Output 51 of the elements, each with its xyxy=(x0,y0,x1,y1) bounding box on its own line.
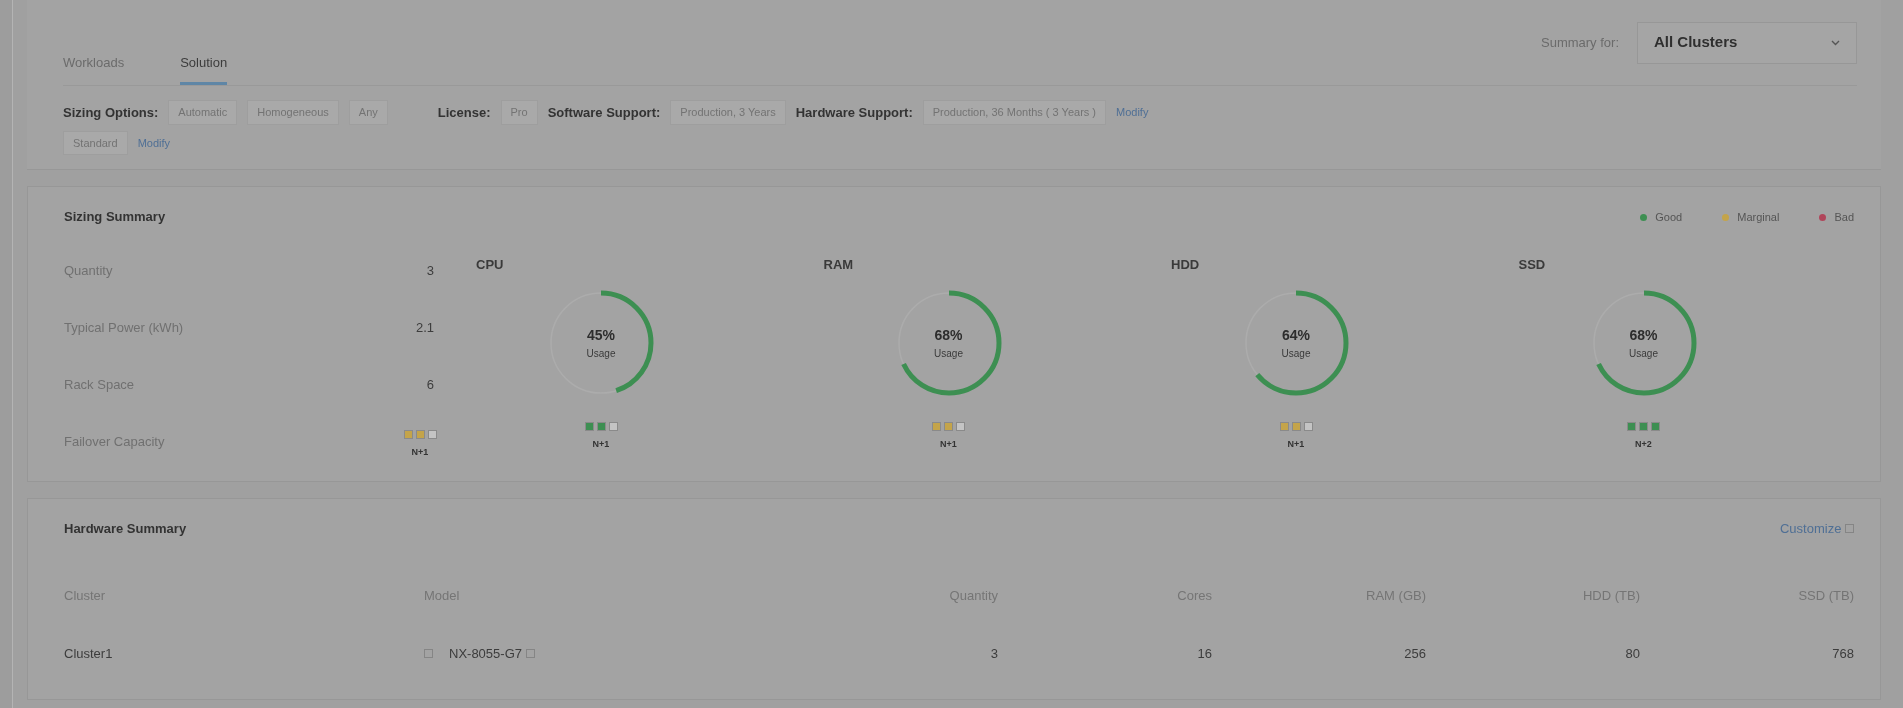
table-cell: 16 xyxy=(1197,645,1212,661)
customize-link[interactable]: Customize xyxy=(1779,518,1854,538)
square-icon xyxy=(424,648,433,658)
empty-square xyxy=(1303,421,1313,431)
tab[interactable]: Workloads xyxy=(63,52,125,85)
table-cell: 80 xyxy=(1625,645,1640,661)
table-cell: NX-8055-G7 xyxy=(449,645,522,661)
failover-level: N+1 xyxy=(411,446,429,459)
section-title: Sizing Summary xyxy=(64,208,166,226)
failover-level: N+1 xyxy=(1287,438,1305,451)
usage-caption: Usage xyxy=(1281,346,1311,361)
usage-percent: 68% xyxy=(934,325,963,345)
option-label: Hardware Support: xyxy=(795,103,913,122)
usage-percent: 64% xyxy=(1282,325,1310,345)
resource-title: SSD xyxy=(1518,255,1547,274)
legend-label: Marginal xyxy=(1737,210,1780,223)
usage-caption: Usage xyxy=(934,346,963,361)
failover-level: N+1 xyxy=(592,438,610,451)
modify-link[interactable]: Modify xyxy=(137,134,171,151)
grid-icon xyxy=(526,648,535,658)
option-label: License: xyxy=(437,103,491,122)
table-cell: 256 xyxy=(1404,645,1426,661)
resource-title: RAM xyxy=(823,255,855,274)
usage-caption: Usage xyxy=(586,346,616,361)
empty-square xyxy=(427,429,437,439)
failover-level: N+1 xyxy=(940,438,957,451)
legend-label: Bad xyxy=(1834,210,1854,223)
section-title: Hardware Summary xyxy=(64,519,187,538)
summary-for-label: Summary for: xyxy=(1541,33,1619,52)
empty-square xyxy=(608,421,618,431)
usage-percent: 68% xyxy=(1629,325,1658,345)
grid-icon xyxy=(1845,523,1854,533)
cluster-select[interactable]: All Clusters xyxy=(1637,21,1857,64)
option-label: Software Support: xyxy=(547,103,661,122)
table-cell: Cluster1 xyxy=(64,645,113,661)
table-cell: 768 xyxy=(1832,645,1854,661)
modify-link[interactable]: Modify xyxy=(1116,104,1149,121)
metric-value: 6 xyxy=(426,376,434,395)
table-cell: 3 xyxy=(990,645,998,661)
usage-percent: 45% xyxy=(587,325,615,345)
usage-caption: Usage xyxy=(1629,346,1658,361)
resource-title: CPU xyxy=(476,255,505,274)
failover-level: N+2 xyxy=(1635,438,1652,451)
empty-square xyxy=(956,421,965,431)
metric-value: 2.1 xyxy=(415,319,434,338)
tab[interactable]: Solution xyxy=(180,52,228,85)
caret-icon xyxy=(1831,39,1840,46)
resource-title: HDD xyxy=(1171,255,1201,274)
legend-label: Good xyxy=(1655,210,1683,223)
option-label: Sizing Options: xyxy=(63,103,159,122)
metric-value: 3 xyxy=(426,262,434,281)
